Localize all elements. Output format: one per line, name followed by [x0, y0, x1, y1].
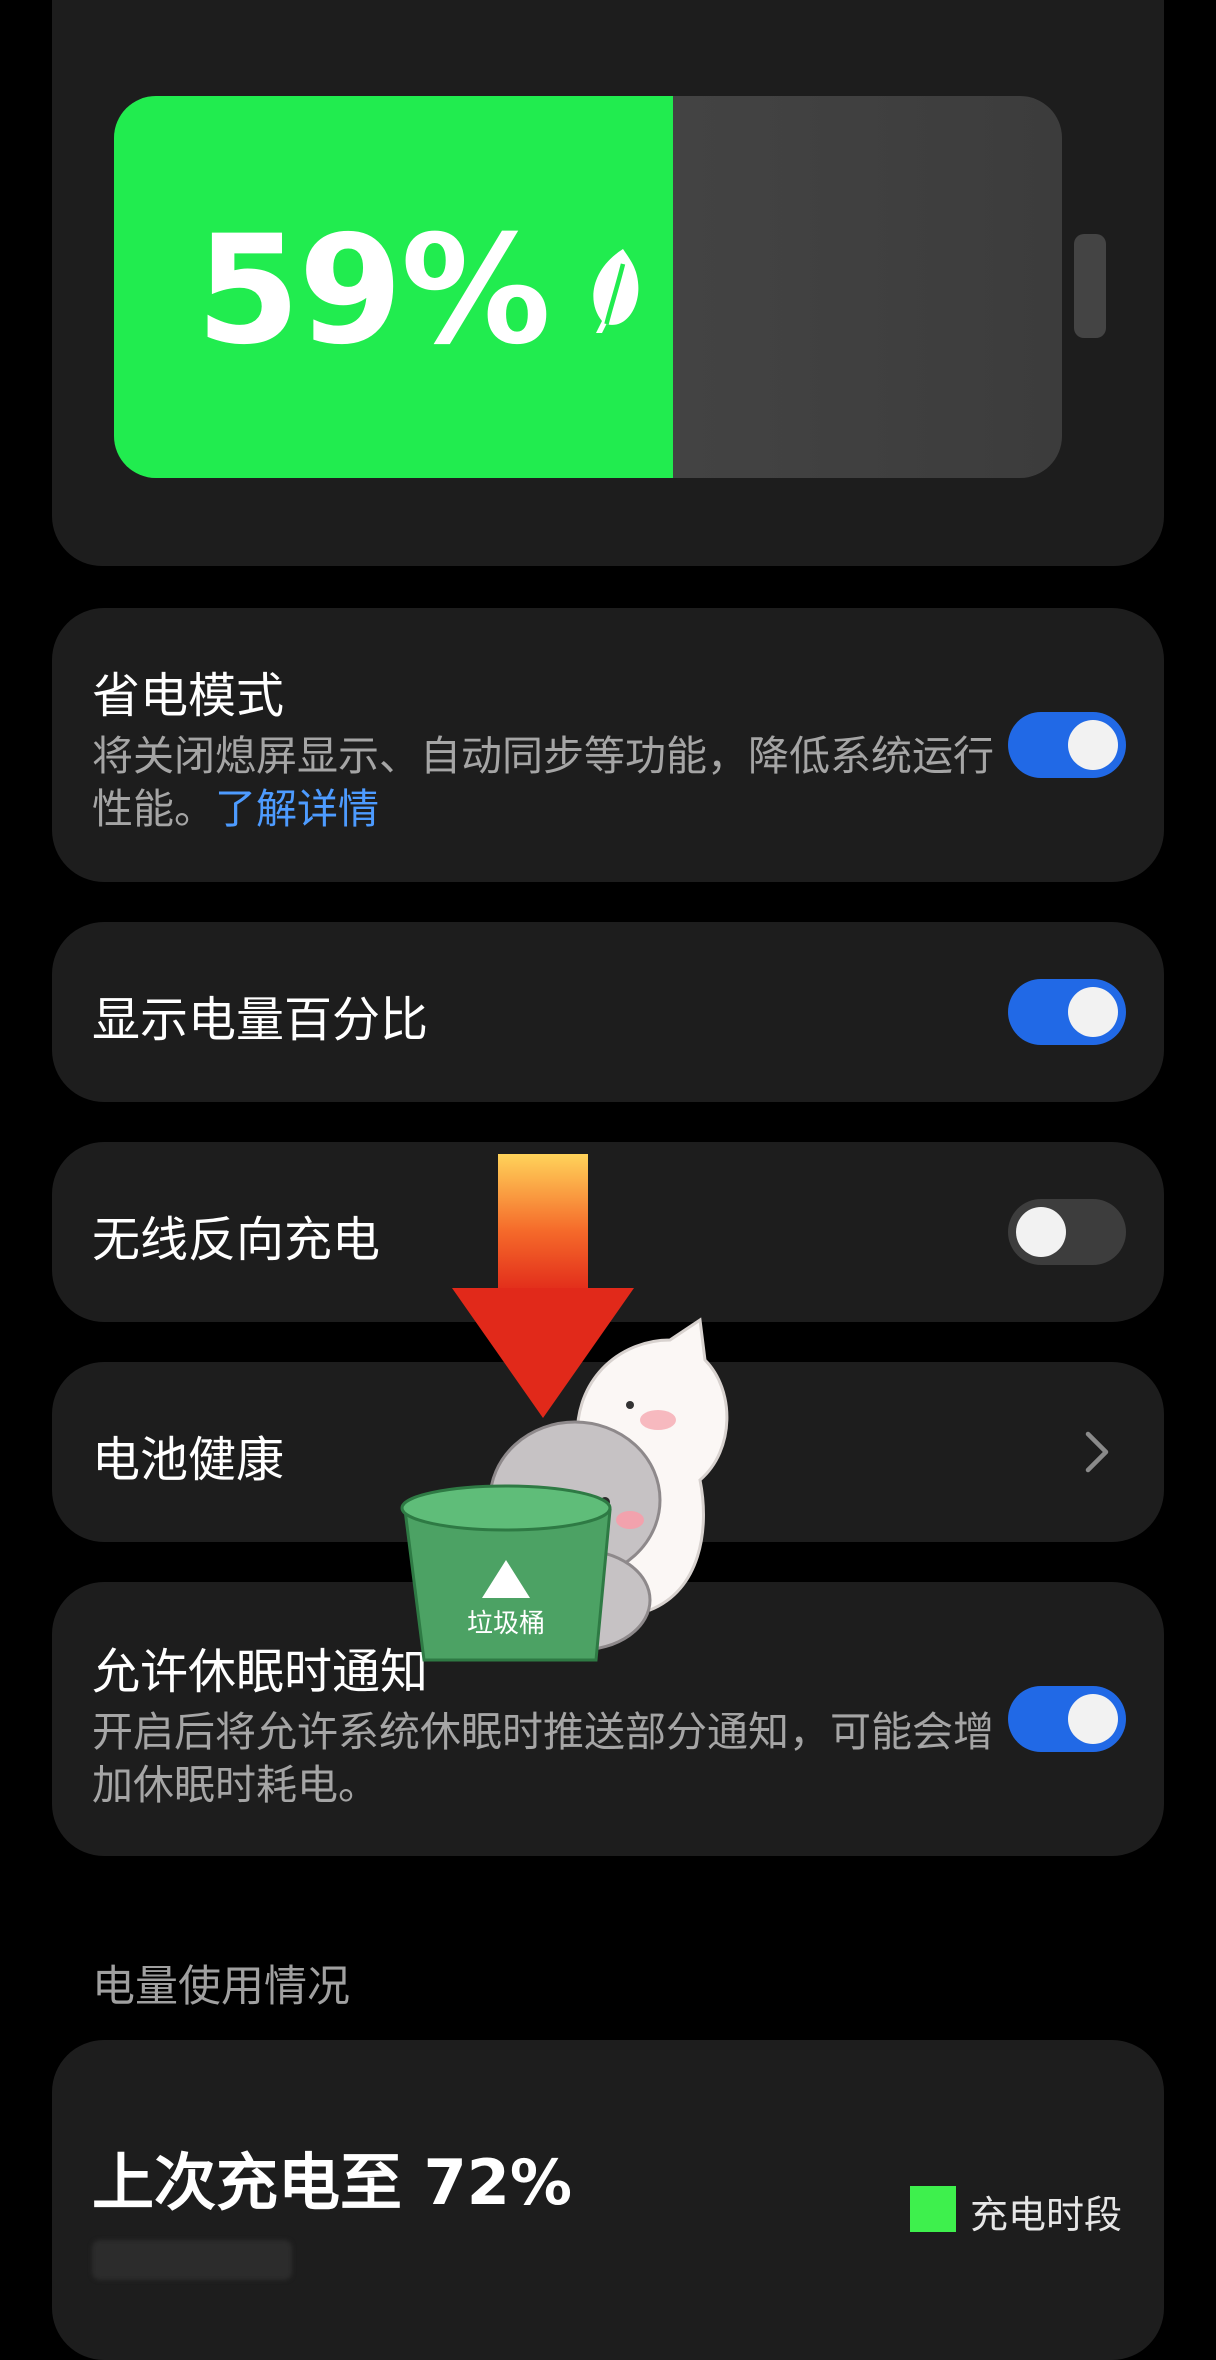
power-saving-title: 省电模式 — [92, 668, 285, 724]
wireless-reverse-toggle[interactable] — [1008, 1199, 1126, 1265]
sleep-notify-toggle[interactable] — [1008, 1686, 1126, 1752]
usage-section-label: 电量使用情况 — [92, 1962, 350, 2012]
show-percentage-toggle[interactable] — [1008, 979, 1126, 1045]
show-percentage-title: 显示电量百分比 — [92, 992, 429, 1048]
blurred-text — [92, 2240, 292, 2280]
power-saving-desc: 将关闭熄屏显示、自动同步等功能，降低系统运行性能。了解详情 — [92, 730, 1012, 836]
sticker-overlay: 垃圾桶 — [400, 1154, 729, 1662]
legend-label: 充电时段 — [970, 2193, 1123, 2237]
toggle-knob — [1068, 720, 1118, 770]
usage-card: 上次充电至 72% 充电时段 — [52, 2040, 1164, 2360]
battery-indicator: 59% — [114, 96, 1062, 478]
wireless-reverse-title: 无线反向充电 — [92, 1212, 381, 1268]
toggle-knob — [1016, 1207, 1066, 1257]
sleep-notify-desc: 开启后将允许系统休眠时推送部分通知，可能会增加休眠时耗电。 — [92, 1708, 994, 1809]
power-saving-toggle[interactable] — [1008, 712, 1126, 778]
leaf-icon — [593, 249, 639, 333]
toggle-knob — [1068, 987, 1118, 1037]
learn-more-link[interactable]: 了解详情 — [215, 785, 379, 833]
trash-bin-label: 垃圾桶 — [467, 1609, 545, 1639]
trash-bin-icon: 垃圾桶 — [400, 1484, 612, 1662]
show-percentage-row[interactable]: 显示电量百分比 — [52, 922, 1164, 1102]
sleep-notify-title: 允许休眠时通知 — [92, 1644, 429, 1700]
toggle-knob — [1068, 1694, 1118, 1744]
battery-tip — [1074, 234, 1106, 338]
legend-swatch — [910, 2186, 956, 2232]
chevron-right-icon — [1085, 1431, 1109, 1473]
battery-health-title: 电池健康 — [92, 1432, 285, 1488]
power-saving-row[interactable]: 省电模式 将关闭熄屏显示、自动同步等功能，降低系统运行性能。了解详情 — [52, 608, 1164, 882]
last-charge-label: 上次充电至 72% — [92, 2146, 572, 2219]
battery-percentage: 59% — [196, 204, 551, 378]
